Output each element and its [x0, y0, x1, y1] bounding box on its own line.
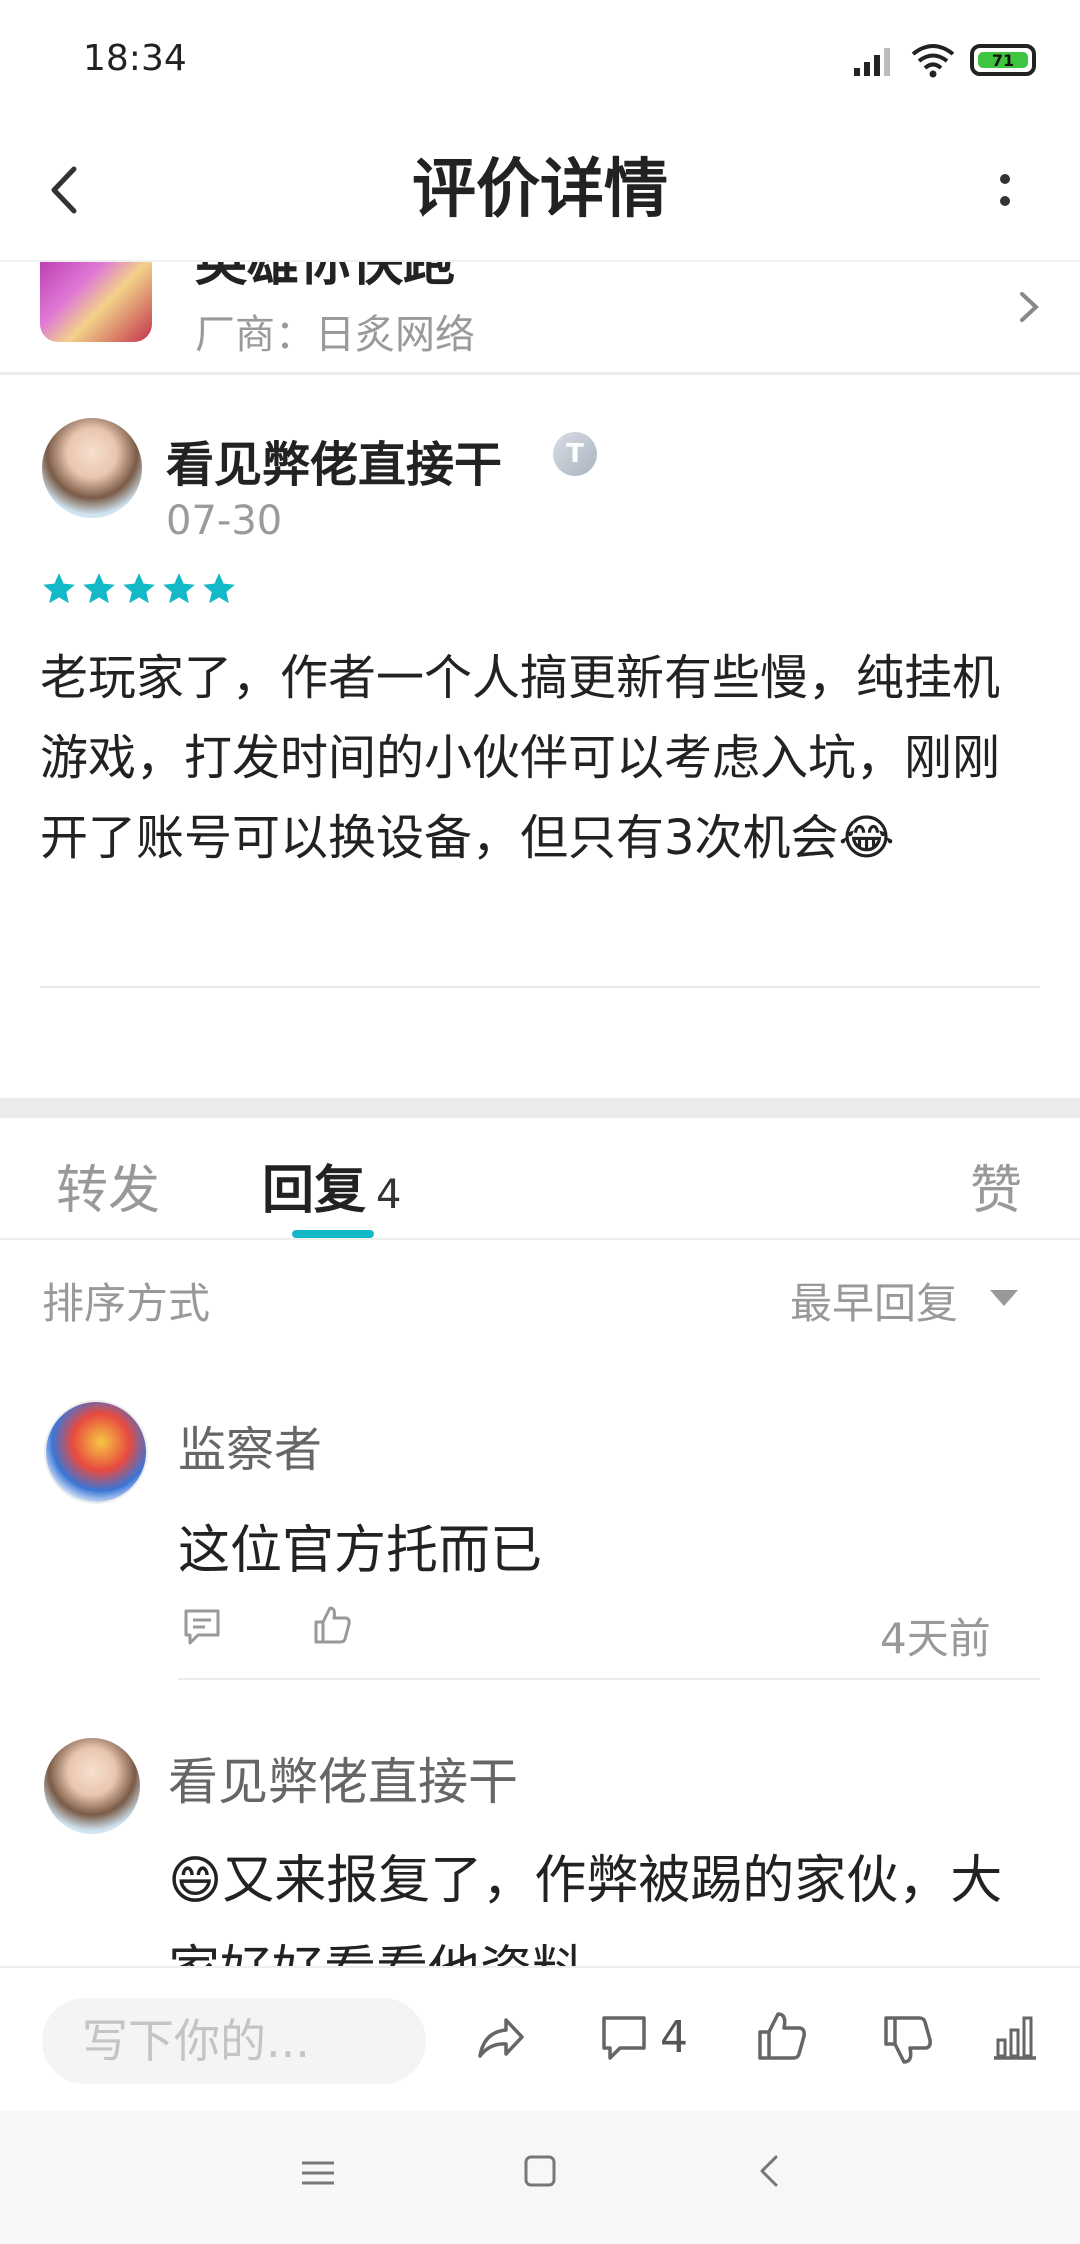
- menu-icon[interactable]: [296, 2151, 340, 2195]
- page-title: 评价详情: [412, 153, 668, 227]
- game-icon: [40, 262, 152, 342]
- more-vertical-icon[interactable]: [980, 155, 1030, 225]
- review-body: 老玩家了，作者一个人搞更新有些慢，纯挂机游戏，打发时间的小伙伴可以考虑入坑，刚刚…: [40, 650, 1001, 866]
- star-icon: [163, 573, 195, 604]
- caret-down-icon[interactable]: [990, 1290, 1018, 1306]
- battery-level: 71: [978, 52, 1028, 70]
- share-icon[interactable]: [472, 2010, 528, 2066]
- tab-active-indicator: [292, 1230, 374, 1238]
- commenter-avatar[interactable]: [44, 1738, 140, 1834]
- divider: [40, 986, 1040, 988]
- reviewer-name[interactable]: 看见弊佬直接干: [166, 425, 502, 495]
- review-date: 07-30: [166, 498, 283, 544]
- bar-chart-icon[interactable]: [990, 2012, 1040, 2062]
- comment-input[interactable]: 写下你的...: [42, 1998, 426, 2084]
- tab-forward[interactable]: 转发: [56, 1148, 160, 1223]
- divider: [178, 1678, 1040, 1680]
- comment-text: 这位官方托而已: [178, 1521, 543, 1581]
- back-triangle-icon[interactable]: [748, 2149, 792, 2193]
- signal-icon: [854, 48, 890, 76]
- status-bar: 18:34 71: [0, 0, 1080, 125]
- divider: [0, 1238, 1080, 1240]
- comment-icon[interactable]: [596, 2010, 652, 2066]
- game-name: 英雄你快跑: [195, 262, 456, 293]
- game-info-strip[interactable]: 英雄你快跑 厂商：日炙网络: [0, 262, 1080, 375]
- star-icon: [203, 573, 235, 604]
- game-vendor: 厂商：日炙网络: [195, 312, 475, 358]
- tab-like[interactable]: 赞: [970, 1148, 1022, 1223]
- section-divider: [0, 1098, 1080, 1118]
- comment-time: 4天前: [880, 1614, 991, 1663]
- tab-reply-label: 回复: [262, 1161, 367, 1221]
- star-icon: [83, 573, 115, 604]
- tab-reply[interactable]: 回复 4: [262, 1148, 401, 1223]
- home-square-icon[interactable]: [518, 2149, 562, 2193]
- comment-icon[interactable]: [180, 1605, 224, 1649]
- wifi-icon: [911, 44, 955, 78]
- status-time: 18:34: [83, 38, 187, 79]
- star-icon: [123, 573, 155, 604]
- system-nav-bar: [0, 2111, 1080, 2244]
- commenter-avatar[interactable]: [44, 1400, 148, 1504]
- star-rating: [40, 570, 238, 614]
- battery-icon: 71: [970, 44, 1036, 76]
- comment-count: 4: [660, 2012, 688, 2063]
- thumb-up-icon[interactable]: [310, 1602, 354, 1646]
- thumb-down-icon[interactable]: [880, 2012, 936, 2068]
- reviewer-avatar[interactable]: [42, 418, 142, 518]
- level-badge: T: [553, 432, 597, 476]
- app-header: 评价详情: [0, 125, 1080, 262]
- tab-reply-count: 4: [376, 1172, 402, 1218]
- commenter-name[interactable]: 监察者: [178, 1410, 322, 1480]
- sort-dropdown[interactable]: 最早回复: [790, 1270, 958, 1331]
- chevron-right-icon: [1020, 292, 1039, 322]
- bottom-action-bar: 写下你的... 4: [0, 1966, 1080, 2113]
- thumb-up-icon[interactable]: [754, 2008, 810, 2064]
- star-icon: [43, 573, 75, 604]
- sort-label: 排序方式: [42, 1279, 211, 1328]
- commenter-name[interactable]: 看见弊佬直接干: [168, 1742, 518, 1814]
